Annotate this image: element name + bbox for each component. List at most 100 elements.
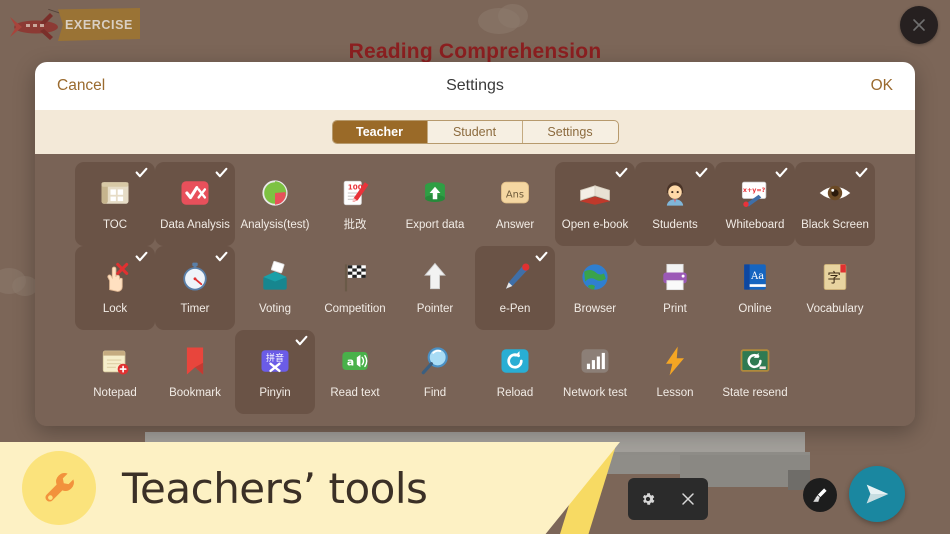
page-title: Reading Comprehension (348, 40, 602, 63)
tab-settings[interactable]: Settings (523, 121, 618, 143)
tool-browser[interactable]: Browser (555, 246, 635, 330)
ok-button[interactable]: OK (871, 77, 893, 95)
tool-row: Notepad Bookmark 拼音 Pinyin a Read text Find Rel… (75, 330, 875, 414)
svg-text:x+y=?: x+y=? (743, 187, 766, 194)
tool-answer[interactable]: Ans Answer (475, 162, 555, 246)
tool-label: Analysis(test) (240, 219, 310, 231)
pinyin-icon: 拼音 (256, 342, 294, 380)
dialog-header: Cancel Settings OK (35, 62, 915, 110)
tool-find[interactable]: Find (395, 330, 475, 414)
send-button[interactable] (849, 466, 905, 522)
tool-label: Bookmark (169, 387, 221, 399)
tool-label: e-Pen (499, 303, 531, 315)
tool-state-resend[interactable]: State resend (715, 330, 795, 414)
lightning-icon (656, 342, 694, 380)
tool-label: Answer (495, 219, 535, 231)
tool-label: Timer (180, 303, 210, 315)
tool-lock[interactable]: Lock (75, 246, 155, 330)
tool-print[interactable]: Print (635, 246, 715, 330)
printer-icon (656, 258, 694, 296)
tool-label: Print (663, 303, 687, 315)
svg-text:字: 字 (827, 270, 841, 286)
close-lesson-button[interactable] (900, 6, 938, 44)
airplane-icon (10, 13, 58, 40)
export-data-icon (416, 174, 454, 212)
exercise-banner-label: EXERCISE (64, 17, 133, 32)
pie-chart-icon (256, 174, 294, 212)
brush-icon (813, 488, 827, 502)
tool-students[interactable]: Students (635, 162, 715, 246)
svg-text:a: a (347, 356, 354, 369)
tool-pinyin[interactable]: 拼音 Pinyin (235, 330, 315, 414)
tool-row: Lock Timer Voting Competition Pointer e-Pen Br… (75, 246, 875, 330)
tool-network-test[interactable]: Network test (555, 330, 635, 414)
tool-[interactable]: 100 批改 (315, 162, 395, 246)
lock-hand-icon (96, 258, 134, 296)
tool-export-data[interactable]: Export data (395, 162, 475, 246)
tool-grid: TOC Data Analysis Analysis(test) 100 批改 Expor… (35, 154, 915, 426)
cancel-button[interactable]: Cancel (57, 77, 105, 95)
tool-label: Whiteboard (725, 219, 785, 231)
tool-open-e-book[interactable]: Open e-book (555, 162, 635, 246)
tool-lesson[interactable]: Lesson (635, 330, 715, 414)
tool-reload[interactable]: Reload (475, 330, 555, 414)
tool-online[interactable]: Aa Online (715, 246, 795, 330)
tab-student[interactable]: Student (428, 121, 523, 143)
brush-button[interactable] (803, 478, 837, 512)
state-resend-icon (736, 342, 774, 380)
gear-icon[interactable] (640, 491, 656, 507)
tool-voting[interactable]: Voting (235, 246, 315, 330)
read-aloud-icon: a (336, 342, 374, 380)
tool-slot-empty (795, 330, 875, 414)
tool-row: TOC Data Analysis Analysis(test) 100 批改 Expor… (75, 162, 875, 246)
reload-icon (496, 342, 534, 380)
grading-icon: 100 (336, 174, 374, 212)
tool-label: Export data (405, 219, 465, 231)
tool-label: Open e-book (561, 219, 629, 231)
tool-label: Vocabulary (806, 303, 864, 315)
checkered-flag-icon (336, 258, 374, 296)
tool-label: Read text (330, 387, 380, 399)
tab-bar: Teacher Student Settings (35, 110, 915, 154)
svg-text:拼音: 拼音 (266, 352, 284, 364)
magnifier-icon (416, 342, 454, 380)
tool-toc[interactable]: TOC (75, 162, 155, 246)
svg-text:Aa: Aa (750, 271, 764, 282)
tool-label: Lock (102, 303, 128, 315)
pen-icon (496, 258, 534, 296)
open-book-icon (576, 174, 614, 212)
segmented-control: Teacher Student Settings (331, 120, 619, 144)
tab-teacher[interactable]: Teacher (332, 121, 428, 143)
banner-title: Teachers’ tools (122, 463, 428, 513)
ballot-box-icon (256, 258, 294, 296)
tool-whiteboard[interactable]: x+y=? Whiteboard (715, 162, 795, 246)
tool-vocabulary[interactable]: 字 Vocabulary (795, 246, 875, 330)
tool-timer[interactable]: Timer (155, 246, 235, 330)
pointer-arrow-icon (416, 258, 454, 296)
close-icon[interactable] (680, 491, 696, 507)
tool-e-pen[interactable]: e-Pen (475, 246, 555, 330)
toc-icon (96, 174, 134, 212)
tool-data-analysis[interactable]: Data Analysis (155, 162, 235, 246)
tool-competition[interactable]: Competition (315, 246, 395, 330)
svg-text:Ans: Ans (506, 190, 524, 201)
tool-label: Find (423, 387, 447, 399)
tool-black-screen[interactable]: Black Screen (795, 162, 875, 246)
tool-label: 批改 (343, 219, 367, 231)
tool-notepad[interactable]: Notepad (75, 330, 155, 414)
tool-bookmark[interactable]: Bookmark (155, 330, 235, 414)
bookmark-icon (176, 342, 214, 380)
dictionary-icon: Aa (736, 258, 774, 296)
tool-analysis-test[interactable]: Analysis(test) (235, 162, 315, 246)
data-analysis-icon (176, 174, 214, 212)
mini-toolbar (628, 478, 708, 520)
tool-label: Students (652, 219, 698, 231)
answer-icon: Ans (496, 174, 534, 212)
exercise-banner: EXERCISE (58, 8, 140, 41)
tool-label: Network test (563, 387, 627, 399)
cloud-decoration-top-2 (498, 4, 528, 28)
tool-pointer[interactable]: Pointer (395, 246, 475, 330)
tool-label: Pinyin (259, 387, 291, 399)
student-icon (656, 174, 694, 212)
tool-read-text[interactable]: a Read text (315, 330, 395, 414)
